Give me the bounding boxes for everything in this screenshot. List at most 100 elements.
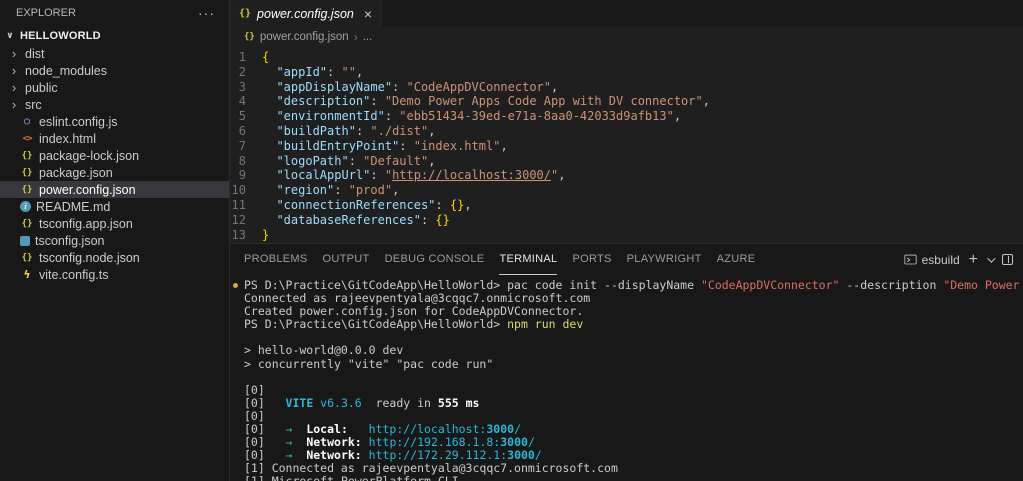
tree-item-label: src — [25, 98, 42, 112]
terminal-process-label: esbuild — [922, 253, 960, 267]
chevron-right-icon: › — [8, 46, 20, 61]
terminal-process-esbuild[interactable]: esbuild — [904, 253, 960, 267]
tab-power-config-json[interactable]: {} power.config.json × — [230, 0, 382, 27]
workspace-root[interactable]: ∨ HELLOWORLD — [0, 26, 229, 45]
code-line[interactable]: 2 "appId": "", — [230, 65, 1023, 80]
code-line[interactable]: 5 "environmentId": "ebb51434-39ed-e71a-8… — [230, 109, 1023, 124]
code-editor[interactable]: 1{2 "appId": "",3 "appDisplayName": "Cod… — [230, 47, 1023, 243]
code-line[interactable]: 7 "buildEntryPoint": "index.html", — [230, 139, 1023, 154]
more-actions-icon[interactable]: ··· — [198, 5, 215, 21]
file-package.json[interactable]: {}package.json — [0, 164, 229, 181]
code-text: "databaseReferences": {} — [262, 213, 450, 228]
panel-tab-terminal[interactable]: TERMINAL — [499, 244, 557, 275]
code-line[interactable]: 4 "description": "Demo Power Apps Code A… — [230, 94, 1023, 109]
explorer-sidebar: EXPLORER ··· ∨ HELLOWORLD › dist›node_mod… — [0, 0, 230, 481]
panel-tab-output[interactable]: OUTPUT — [323, 244, 370, 275]
panel-tab-ports[interactable]: PORTS — [572, 244, 611, 275]
panel-tab-azure[interactable]: AZURE — [717, 244, 756, 275]
file-tsconfig.node.json[interactable]: {}tsconfig.node.json — [0, 249, 229, 266]
vscode-window: EXPLORER ··· ∨ HELLOWORLD › dist›node_mod… — [0, 0, 1023, 481]
file-tsconfig.json[interactable]: tsconfig.json — [0, 232, 229, 249]
terminal-line[interactable]: > concurrently "vite" "pac code run" — [244, 358, 1023, 371]
line-number: 8 — [230, 154, 262, 169]
code-text: "buildEntryPoint": "index.html", — [262, 139, 508, 154]
line-number: 4 — [230, 94, 262, 109]
panel-tab-playwright[interactable]: PLAYWRIGHT — [627, 244, 702, 275]
breadcrumb-tail[interactable]: ... — [363, 31, 373, 43]
terminal-output[interactable]: PS D:\Practice\GitCodeApp\HelloWorld> pa… — [230, 275, 1023, 481]
tree-item-label: tsconfig.node.json — [39, 251, 140, 265]
chevron-right-icon: › — [8, 63, 20, 78]
eslint-icon: ○ — [20, 116, 34, 127]
file-power.config.json[interactable]: {} power.config.json — [0, 181, 229, 198]
code-line[interactable]: 9 "localAppUrl": "http://localhost:3000/… — [230, 168, 1023, 183]
new-terminal-icon[interactable]: + — [969, 252, 978, 268]
code-line[interactable]: 12 "databaseReferences": {} — [230, 213, 1023, 228]
code-text: } — [262, 228, 269, 243]
code-text: "appId": "", — [262, 65, 363, 80]
code-text: "region": "prod", — [262, 183, 399, 198]
code-line[interactable]: 8 "logoPath": "Default", — [230, 154, 1023, 169]
explorer-header: EXPLORER ··· — [0, 0, 229, 26]
file-tree: ›dist›node_modules›public›src○eslint.con… — [0, 45, 229, 481]
line-number: 1 — [230, 50, 262, 65]
bottom-panel: PROBLEMS OUTPUT DEBUG CONSOLE TERMINAL PORTS… — [230, 243, 1023, 481]
code-line[interactable]: 6 "buildPath": "./dist", — [230, 124, 1023, 139]
code-line[interactable]: 1{ — [230, 50, 1023, 65]
file-eslint.config.js[interactable]: ○ eslint.config.js — [0, 113, 229, 130]
terminal-line[interactable] — [244, 371, 1023, 384]
panel-tab-problems[interactable]: PROBLEMS — [244, 244, 308, 275]
line-number: 9 — [230, 168, 262, 183]
terminal-icon — [904, 253, 917, 266]
file-package-lock.json[interactable]: {}package-lock.json — [0, 147, 229, 164]
folder-dist[interactable]: › dist — [0, 45, 229, 62]
line-number: 5 — [230, 109, 262, 124]
code-text: "localAppUrl": "http://localhost:3000/", — [262, 168, 565, 183]
tree-item-label: package.json — [39, 166, 113, 180]
terminal-dropdown-chevron-icon[interactable] — [987, 254, 995, 262]
panel-tab-debug-console[interactable]: DEBUG CONSOLE — [385, 244, 485, 275]
code-text: "logoPath": "Default", — [262, 154, 435, 169]
line-number: 12 — [230, 213, 262, 228]
code-line[interactable]: 10 "region": "prod", — [230, 183, 1023, 198]
line-number: 13 — [230, 228, 262, 243]
html-icon: <> — [20, 134, 34, 144]
file-index.html[interactable]: <> index.html — [0, 130, 229, 147]
tree-item-label: README.md — [36, 200, 110, 214]
tree-item-label: dist — [25, 47, 44, 61]
line-number: 6 — [230, 124, 262, 139]
code-text: "connectionReferences": {}, — [262, 198, 472, 213]
code-line[interactable]: 13} — [230, 228, 1023, 243]
terminal-line[interactable]: PS D:\Practice\GitCodeApp\HelloWorld> np… — [244, 318, 1023, 331]
json-file-icon: {} — [244, 32, 255, 42]
folder-node_modules[interactable]: ›node_modules — [0, 62, 229, 79]
code-text: "buildPath": "./dist", — [262, 124, 435, 139]
terminal-line[interactable]: [0] VITE v6.3.6 ready in 555 ms — [244, 397, 1023, 410]
code-text: { — [262, 50, 269, 65]
chevron-down-icon: ∨ — [4, 30, 16, 41]
line-number: 3 — [230, 80, 262, 95]
breadcrumb-file[interactable]: power.config.json — [260, 31, 349, 43]
json-icon: {} — [20, 185, 34, 195]
close-icon[interactable]: × — [364, 7, 372, 21]
split-terminal-icon[interactable] — [1002, 254, 1013, 265]
code-line[interactable]: 11 "connectionReferences": {}, — [230, 198, 1023, 213]
code-line[interactable]: 3 "appDisplayName": "CodeAppDVConnector"… — [230, 80, 1023, 95]
tree-item-label: eslint.config.js — [39, 115, 118, 129]
terminal-line[interactable]: [1] Microsoft PowerPlatform CLI — [244, 475, 1023, 481]
json-file-icon: {} — [239, 8, 251, 19]
line-number: 7 — [230, 139, 262, 154]
tree-item-label: power.config.json — [39, 183, 136, 197]
tree-item-label: index.html — [39, 132, 96, 146]
breadcrumb[interactable]: {} power.config.json › ... — [230, 27, 1023, 47]
file-README.md[interactable]: iREADME.md — [0, 198, 229, 215]
folder-public[interactable]: ›public — [0, 79, 229, 96]
editor-tabbar: {} power.config.json × — [230, 0, 1023, 27]
code-text: "environmentId": "ebb51434-39ed-e71a-8aa… — [262, 109, 681, 124]
file-tsconfig.app.json[interactable]: {}tsconfig.app.json — [0, 215, 229, 232]
line-number: 2 — [230, 65, 262, 80]
tree-item-label: vite.config.ts — [39, 268, 108, 282]
folder-src[interactable]: ›src — [0, 96, 229, 113]
panel-header: PROBLEMS OUTPUT DEBUG CONSOLE TERMINAL PORTS… — [230, 244, 1023, 275]
file-vite.config.ts[interactable]: ϟvite.config.ts — [0, 266, 229, 283]
